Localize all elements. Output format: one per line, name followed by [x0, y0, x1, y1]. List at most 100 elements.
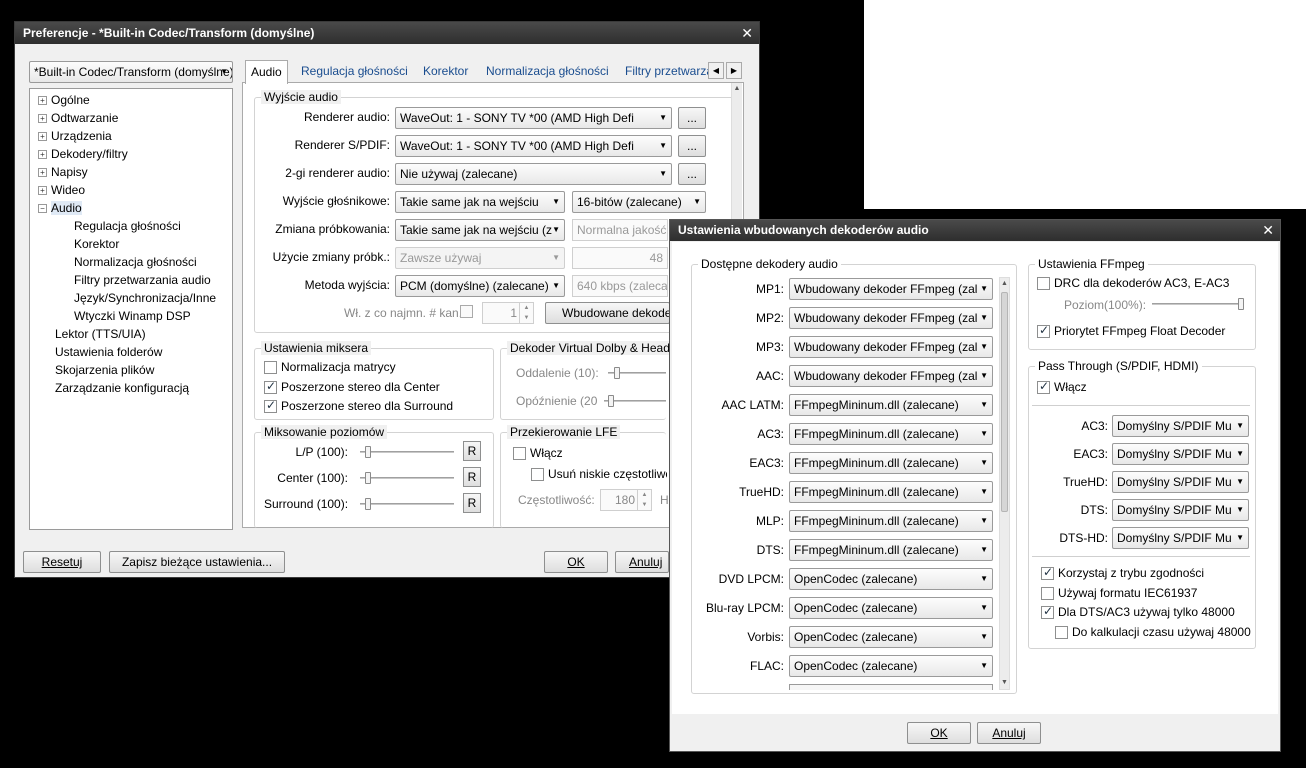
center-level-slider[interactable] [360, 472, 454, 484]
float-decoder-checkbox[interactable]: Priorytet FFmpeg Float Decoder [1037, 324, 1225, 338]
surround-level-slider[interactable] [360, 498, 454, 510]
tree-item-winamp[interactable]: Wtyczki Winamp DSP [74, 309, 191, 323]
compat-mode-checkbox[interactable]: Korzystaj z trybu zgodności [1041, 566, 1204, 580]
expand-icon[interactable]: + [38, 186, 47, 195]
scroll-up-icon[interactable]: ▲ [732, 83, 742, 95]
tree-item-foldery[interactable]: Ustawienia folderów [55, 345, 162, 359]
tree-item-wideo[interactable]: + Wideo [38, 183, 85, 197]
decoders-cancel-button[interactable]: Anuluj [977, 722, 1041, 744]
tree-item-konfiguracja[interactable]: Zarządzanie konfiguracją [55, 381, 189, 395]
tab-scroll-left-icon[interactable]: ◀ [708, 62, 724, 79]
dts-48000-checkbox[interactable]: Dla DTS/AC3 używaj tylko 48000 [1041, 605, 1235, 619]
save-settings-button[interactable]: Zapisz bieżące ustawienia... [109, 551, 285, 573]
surround-stereo-checkbox[interactable]: Poszerzone stereo dla Surround [264, 399, 453, 413]
tree-item-filtry[interactable]: Filtry przetwarzania audio [74, 273, 211, 287]
decoder-dropdown[interactable]: FFmpegMininum.dll (zalecane) ▼ [789, 481, 993, 503]
decoders-scrollbar[interactable]: ▲ ▼ [999, 277, 1010, 690]
expand-icon[interactable]: + [38, 132, 47, 141]
decoder-dropdown[interactable]: FFmpegMininum.dll (zalecane) ▼ [789, 539, 993, 561]
frequency-spinner[interactable]: 180 ▲ ▼ [600, 489, 652, 511]
decoder-dropdown[interactable]: Wbudowany dekoder FFmpeg (zal ▼ [789, 278, 993, 300]
delay-slider[interactable] [604, 395, 666, 407]
decoder-dropdown[interactable]: OpenCodec (zalecane) ▼ [789, 626, 993, 648]
expand-icon[interactable]: + [38, 96, 47, 105]
lfe-enable-checkbox[interactable]: Włącz [513, 447, 563, 460]
tree-item-odtwarzanie[interactable]: + Odtwarzanie [38, 111, 118, 125]
pass-through-dropdown[interactable]: Domyślny S/PDIF Mu ▼ [1112, 471, 1249, 493]
use-resample-dropdown[interactable]: Zawsze używaj ▼ [395, 247, 565, 269]
tab-audio[interactable]: Audio [245, 60, 288, 84]
tree-item-skojarzenia[interactable]: Skojarzenia plików [55, 363, 154, 377]
scroll-thumb[interactable] [1001, 292, 1008, 512]
spin-arrows-icon[interactable]: ▲ ▼ [637, 490, 651, 510]
reset-button[interactable]: Resetuj [23, 551, 101, 573]
scroll-up-icon[interactable]: ▲ [1000, 278, 1009, 290]
close-icon[interactable]: ✕ [1262, 220, 1274, 241]
decoder-dropdown-partial[interactable] [789, 684, 993, 690]
tree-item-urzadzenia[interactable]: + Urządzenia [38, 129, 112, 143]
decoder-dropdown[interactable]: Wbudowany dekoder FFmpeg (zal ▼ [789, 365, 993, 387]
spin-arrows-icon[interactable]: ▲ ▼ [519, 303, 533, 323]
distance-slider[interactable] [608, 367, 666, 379]
pass-through-dropdown[interactable]: Domyślny S/PDIF Mu ▼ [1112, 527, 1249, 549]
tree-item-jezyk[interactable]: Język/Synchronizacja/Inne [74, 291, 216, 305]
tab-filtry[interactable]: Filtry przetwarzania [620, 60, 708, 82]
matrix-normalization-checkbox[interactable]: Normalizacja matrycy [264, 361, 396, 374]
decoder-dropdown[interactable]: Wbudowany dekoder FFmpeg (zal ▼ [789, 307, 993, 329]
decoder-dropdown[interactable]: FFmpegMininum.dll (zalecane) ▼ [789, 510, 993, 532]
tree-item-regulacja[interactable]: Regulacja głośności [74, 219, 181, 233]
expand-icon[interactable]: + [38, 168, 47, 177]
tree-item-napisy[interactable]: + Napisy [38, 165, 88, 179]
spdif-dropdown[interactable]: WaveOut: 1 - SONY TV *00 (AMD High Defi ▼ [395, 135, 672, 157]
tab-scroll-right-icon[interactable]: ▶ [726, 62, 742, 79]
spdif-options-button[interactable]: ... [678, 135, 706, 157]
expand-icon[interactable]: + [38, 114, 47, 123]
tab-normalizacja[interactable]: Normalizacja głośności [481, 60, 614, 82]
tree-item-audio[interactable]: − Audio [38, 201, 82, 215]
renderer-options-button[interactable]: ... [678, 107, 706, 129]
output-method-dropdown[interactable]: PCM (domyślne) (zalecane) ▼ [395, 275, 565, 297]
tab-regulacja[interactable]: Regulacja głośności [296, 60, 413, 82]
decoder-dropdown[interactable]: OpenCodec (zalecane) ▼ [789, 655, 993, 677]
remove-low-checkbox[interactable]: Usuń niskie częstotliwo [531, 468, 667, 481]
pass-through-dropdown[interactable]: Domyślny S/PDIF Mu ▼ [1112, 443, 1249, 465]
expand-icon[interactable]: + [38, 150, 47, 159]
decoder-dropdown[interactable]: FFmpegMininum.dll (zalecane) ▼ [789, 452, 993, 474]
decoder-dropdown[interactable]: OpenCodec (zalecane) ▼ [789, 597, 993, 619]
iec61937-checkbox[interactable]: Używaj formatu IEC61937 [1041, 587, 1197, 600]
pass-through-dropdown[interactable]: Domyślny S/PDIF Mu ▼ [1112, 499, 1249, 521]
drc-level-slider[interactable] [1152, 298, 1244, 310]
min-channels-checkbox[interactable] [460, 305, 473, 318]
decoder-dropdown[interactable]: Wbudowany dekoder FFmpeg (zal ▼ [789, 336, 993, 358]
bit-depth-dropdown[interactable]: 16-bitów (zalecane) ▼ [572, 191, 706, 213]
speaker-output-dropdown[interactable]: Takie same jak na wejściu ▼ [395, 191, 565, 213]
drc-checkbox[interactable]: DRC dla dekoderów AC3, E-AC3 [1037, 277, 1229, 290]
pass-through-enable-checkbox[interactable]: Włącz [1037, 380, 1087, 394]
collapse-icon[interactable]: − [38, 204, 47, 213]
tree-item-dekodery[interactable]: + Dekodery/filtry [38, 147, 128, 161]
decoders-ok-button[interactable]: OK [907, 722, 971, 744]
center-stereo-checkbox[interactable]: Poszerzone stereo dla Center [264, 380, 440, 394]
tree-item-ogolne[interactable]: + Ogólne [38, 93, 90, 107]
center-reset-button[interactable]: R [463, 467, 481, 487]
time-calc-48000-checkbox[interactable]: Do kalkulacji czasu używaj 48000 [1055, 626, 1251, 639]
scroll-down-icon[interactable]: ▼ [1000, 677, 1009, 689]
decoder-dropdown[interactable]: FFmpegMininum.dll (zalecane) ▼ [789, 394, 993, 416]
profile-dropdown[interactable]: *Built-in Codec/Transform (domyślne) ▼ [29, 61, 233, 83]
pref-ok-button[interactable]: OK [544, 551, 608, 573]
surround-reset-button[interactable]: R [463, 493, 481, 513]
decoder-dropdown[interactable]: FFmpegMininum.dll (zalecane) ▼ [789, 423, 993, 445]
tree-item-normalizacja[interactable]: Normalizacja głośności [74, 255, 197, 269]
close-icon[interactable]: ✕ [741, 22, 753, 44]
tree-item-korektor[interactable]: Korektor [74, 237, 119, 251]
pref-cancel-button[interactable]: Anuluj [615, 551, 669, 573]
renderer-dropdown[interactable]: WaveOut: 1 - SONY TV *00 (AMD High Defi ▼ [395, 107, 672, 129]
builtin-decoders-button[interactable]: Wbudowane dekode [545, 302, 670, 324]
resample-dropdown[interactable]: Takie same jak na wejściu (z ▼ [395, 219, 565, 241]
lp-reset-button[interactable]: R [463, 441, 481, 461]
decoder-dropdown[interactable]: OpenCodec (zalecane) ▼ [789, 568, 993, 590]
second-renderer-dropdown[interactable]: Nie używaj (zalecane) ▼ [395, 163, 672, 185]
tab-korektor[interactable]: Korektor [418, 60, 473, 82]
lp-level-slider[interactable] [360, 446, 454, 458]
second-renderer-options-button[interactable]: ... [678, 163, 706, 185]
